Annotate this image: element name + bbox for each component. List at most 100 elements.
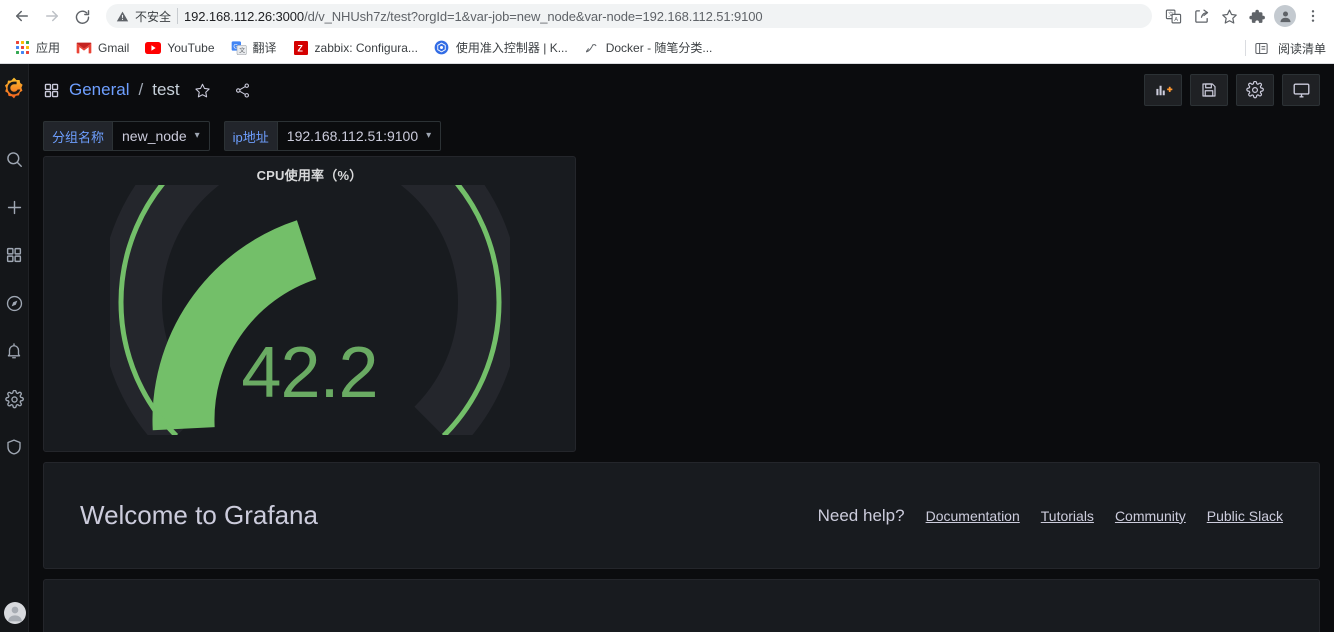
google-translate-icon: G 文 [231, 40, 247, 56]
bookmark-star-icon[interactable] [1216, 3, 1242, 29]
save-floppy-icon [1202, 83, 1216, 97]
arrow-right-icon [46, 10, 58, 22]
profile-avatar-icon[interactable] [1272, 3, 1298, 29]
variable-value: 192.168.112.51:9100 [286, 128, 419, 144]
dashboard-grid: CPU使用率（%） 42.2 Welcome to Grafana Need h… [29, 156, 1334, 632]
star-outline-icon[interactable] [194, 82, 211, 99]
user-avatar-icon [3, 602, 26, 624]
avatar [1274, 5, 1296, 27]
not-secure-warning-icon [116, 10, 129, 23]
dashboard-actions [1144, 74, 1320, 106]
breadcrumb-folder[interactable]: General [69, 80, 129, 100]
kubernetes-icon [434, 40, 450, 56]
svg-text:Z: Z [297, 43, 303, 53]
reading-list-entry[interactable]: 阅读清单 [1235, 32, 1334, 64]
url-path: /d/v_NHUsh7z/test?orgId=1&var-job=new_no… [304, 8, 763, 24]
add-panel-icon [1155, 85, 1172, 95]
bookmark-label: Docker - 随笔分类... [605, 41, 713, 55]
dashboards-grid-icon [6, 247, 22, 263]
search-icon [6, 151, 22, 167]
bookmark-translate[interactable]: G 文 翻译 [223, 36, 285, 59]
cycle-view-mode-button[interactable] [1282, 74, 1320, 106]
variable-value: new_node [122, 128, 187, 144]
chevron-down-icon: ▾ [426, 130, 432, 141]
variable-node: ip地址 192.168.112.51:9100 ▾ [223, 121, 442, 151]
sidebar-item-alerting[interactable] [0, 327, 28, 375]
bookmark-apps[interactable]: 应用 [6, 36, 68, 59]
panel-getting-started[interactable]: Remove this panel [43, 579, 1320, 632]
extensions-puzzle-icon[interactable] [1244, 3, 1270, 29]
compass-icon [6, 295, 22, 311]
dashboard-area: General / test 分组名称 new_node ▾ ip地址 192.… [29, 64, 1334, 632]
reload-icon [75, 9, 89, 24]
sidebar-item-dashboards[interactable] [0, 231, 28, 279]
sidebar-item-explore[interactable] [0, 279, 28, 327]
bookmark-label: 翻译 [252, 41, 277, 55]
security-status-label: 不安全 [135, 9, 172, 24]
sidebar-item-server-admin[interactable] [0, 423, 28, 471]
arrow-left-icon [16, 10, 28, 22]
url-host: 192.168.112.26:3000 [184, 8, 305, 24]
share-icon[interactable] [1188, 3, 1214, 29]
url-text: 192.168.112.26:3000/d/v_NHUsh7z/test?org… [184, 9, 763, 24]
apps-grid-icon [14, 40, 30, 56]
bookmark-zabbix[interactable]: Z zabbix: Configura... [285, 37, 426, 59]
chrome-menu-icon[interactable] [1300, 3, 1326, 29]
page-title[interactable]: test [152, 80, 179, 100]
bookmark-docker[interactable]: Docker - 随笔分类... [576, 36, 721, 59]
link-public-slack[interactable]: Public Slack [1207, 508, 1283, 524]
panel-title: CPU使用率（%） [256, 168, 363, 183]
bookmark-gmail[interactable]: Gmail [68, 37, 137, 59]
omnibox-divider [177, 8, 179, 24]
need-help-label: Need help? [817, 505, 905, 525]
variable-select[interactable]: 192.168.112.51:9100 ▾ [276, 121, 442, 151]
share-nodes-icon[interactable] [234, 82, 251, 99]
forward-button[interactable] [38, 2, 66, 30]
gear-icon [4, 389, 24, 408]
monitor-icon [1293, 82, 1309, 98]
svg-text:A: A [1174, 17, 1178, 23]
bell-icon [7, 343, 21, 359]
translate-icon[interactable]: 文 A [1160, 3, 1186, 29]
bookmark-youtube[interactable]: YouTube [137, 37, 222, 59]
variables-bar: 分组名称 new_node ▾ ip地址 192.168.112.51:9100… [29, 116, 1334, 156]
bookmark-kubernetes[interactable]: 使用准入控制器 | K... [426, 36, 576, 59]
bookmarks-bar: 应用 Gmail YouTube G 文 翻译 Z zabbix: Config… [0, 32, 1334, 64]
reading-list-label: 阅读清单 [1277, 41, 1326, 56]
sidebar-user-section[interactable] [0, 602, 29, 624]
link-community[interactable]: Community [1115, 508, 1186, 524]
gear-icon [1246, 81, 1264, 99]
help-links: Need help? Documentation Tutorials Commu… [818, 506, 1283, 526]
reading-list-icon [1254, 40, 1270, 56]
grafana-logo-icon[interactable] [0, 71, 28, 105]
variable-label: ip地址 [223, 121, 277, 151]
bookmark-label: 使用准入控制器 | K... [455, 41, 568, 55]
youtube-icon [145, 40, 162, 56]
panel-cpu-gauge[interactable]: CPU使用率（%） 42.2 [43, 156, 576, 452]
bookmark-label: 应用 [36, 41, 61, 55]
browser-toolbar: 不安全 192.168.112.26:3000/d/v_NHUsh7z/test… [0, 0, 1334, 32]
bookmarks-divider [1244, 40, 1246, 56]
shield-icon [7, 439, 21, 455]
sidebar [0, 64, 29, 632]
chevron-down-icon: ▾ [194, 130, 200, 141]
gauge-value-text: 42.2 [241, 333, 378, 413]
link-documentation[interactable]: Documentation [926, 508, 1020, 524]
dashboard-settings-button[interactable] [1236, 74, 1274, 106]
breadcrumb-separator: / [138, 80, 144, 99]
plus-icon [7, 200, 21, 214]
sidebar-item-configuration[interactable] [0, 375, 28, 423]
dashboard-header: General / test [29, 64, 1334, 116]
panel-welcome: Welcome to Grafana Need help? Documentat… [43, 462, 1320, 569]
sidebar-item-create[interactable] [0, 183, 28, 231]
variable-select[interactable]: new_node ▾ [112, 121, 210, 151]
add-panel-button[interactable] [1144, 74, 1182, 106]
zabbix-icon: Z [293, 40, 309, 56]
link-tutorials[interactable]: Tutorials [1041, 508, 1094, 524]
docker-blog-icon [584, 40, 600, 56]
omnibox[interactable]: 不安全 192.168.112.26:3000/d/v_NHUsh7z/test… [106, 4, 1152, 28]
save-dashboard-button[interactable] [1190, 74, 1228, 106]
back-button[interactable] [8, 2, 36, 30]
reload-button[interactable] [68, 2, 96, 30]
sidebar-item-search[interactable] [0, 135, 28, 183]
